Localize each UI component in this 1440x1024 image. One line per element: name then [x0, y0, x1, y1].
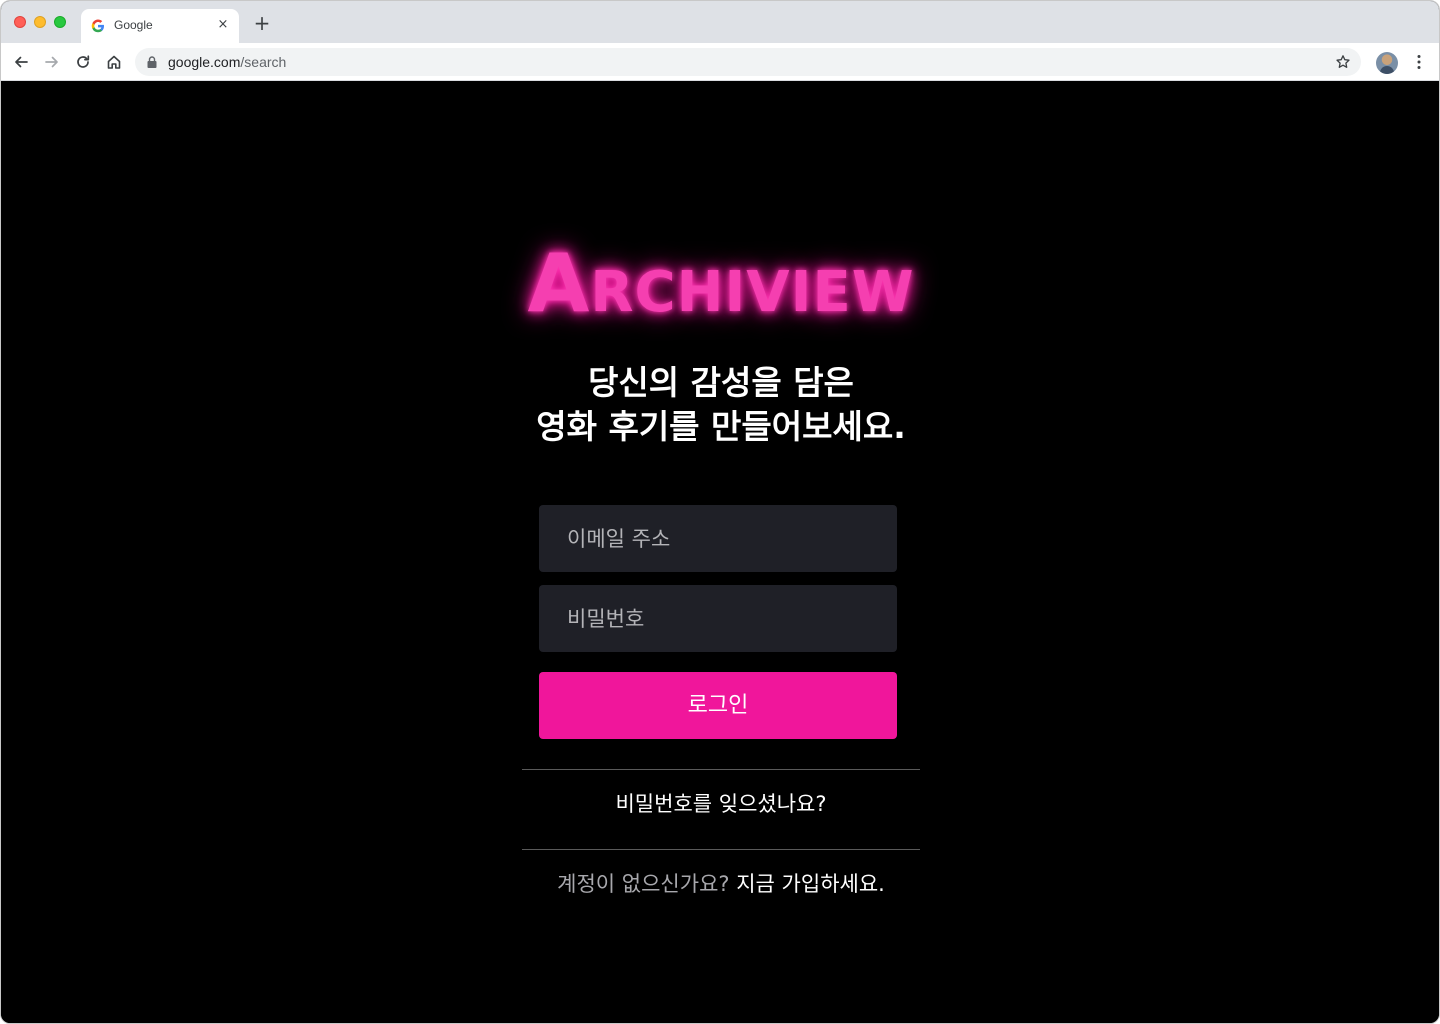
new-tab-icon[interactable]: +: [253, 13, 271, 33]
more-menu-icon[interactable]: [1411, 53, 1427, 71]
tagline-line-1: 당신의 감성을 담은: [588, 363, 854, 402]
forgot-password-row: 비밀번호를 잊으셨나요?: [1, 789, 1439, 819]
lock-icon: [147, 56, 157, 68]
page-content: Archiview 당신의 감성을 담은 영화 후기를 만들어보세요. 로그인 …: [1, 81, 1439, 1023]
url-host: google.com: [168, 54, 241, 70]
signup-prompt: 계정이 없으신가요?: [557, 872, 730, 896]
tagline: 당신의 감성을 담은 영화 후기를 만들어보세요.: [1, 361, 1439, 449]
tab-title: Google: [114, 18, 153, 32]
email-field-container: [539, 505, 897, 572]
bookmark-star-icon[interactable]: [1335, 54, 1351, 70]
tab-close-icon[interactable]: ×: [215, 17, 231, 33]
login-button[interactable]: 로그인: [539, 672, 897, 739]
close-window-button[interactable]: [14, 16, 26, 28]
maximize-window-button[interactable]: [54, 16, 66, 28]
profile-avatar[interactable]: [1376, 52, 1398, 74]
home-icon[interactable]: [104, 52, 124, 72]
minimize-window-button[interactable]: [34, 16, 46, 28]
browser-window: Google × + google.com/search Archiview 당…: [0, 0, 1440, 1024]
email-input[interactable]: [539, 505, 897, 572]
signup-row: 계정이 없으신가요? 지금 가입하세요.: [1, 869, 1439, 899]
url-text: google.com/search: [168, 54, 286, 70]
archiview-logo: Archiview: [527, 237, 915, 330]
signup-link[interactable]: 지금 가입하세요.: [736, 872, 885, 896]
forgot-password-link[interactable]: 비밀번호를 잊으셨나요?: [615, 792, 826, 816]
back-arrow-icon[interactable]: [11, 52, 31, 72]
google-favicon-icon: [91, 19, 104, 33]
tagline-line-2: 영화 후기를 만들어보세요.: [536, 407, 906, 446]
divider: [522, 849, 920, 850]
browser-tab[interactable]: Google ×: [81, 9, 239, 43]
password-input[interactable]: [539, 585, 897, 652]
reload-icon[interactable]: [73, 52, 93, 72]
url-path: /search: [240, 54, 287, 70]
divider: [522, 769, 920, 770]
password-field-container: [539, 585, 897, 652]
forward-arrow-icon[interactable]: [42, 52, 62, 72]
browser-toolbar: google.com/search: [1, 43, 1439, 81]
tab-strip: Google × +: [1, 1, 1439, 43]
address-bar[interactable]: google.com/search: [135, 48, 1361, 76]
